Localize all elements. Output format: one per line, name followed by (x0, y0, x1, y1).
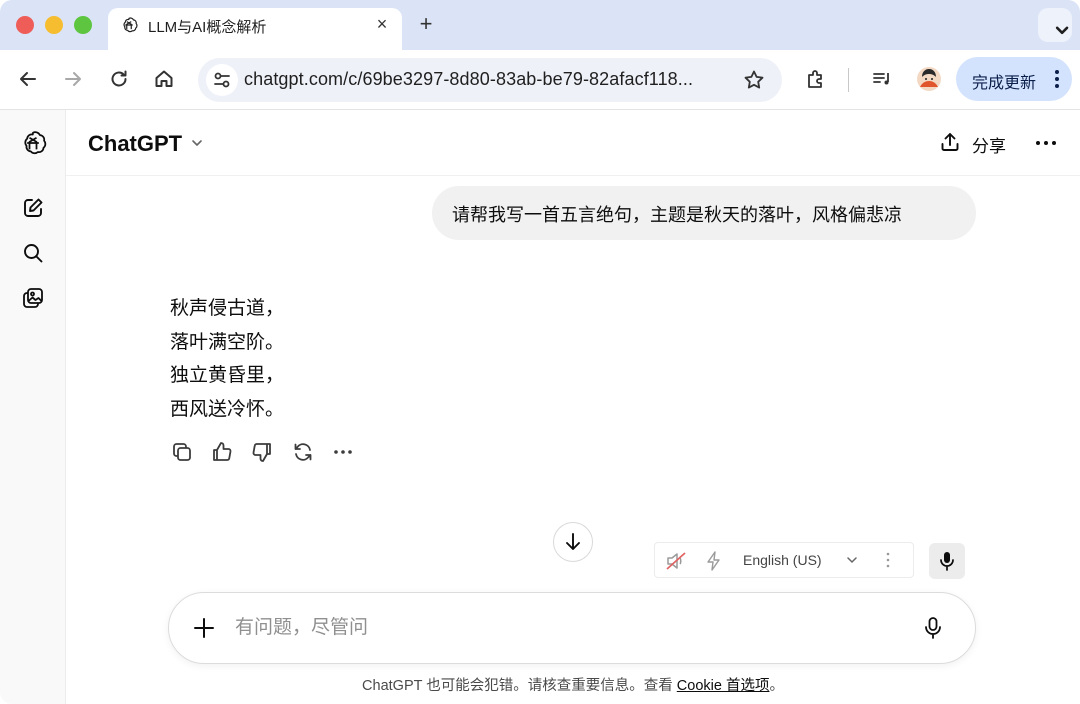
copy-icon[interactable] (170, 440, 194, 464)
more-icon[interactable] (331, 440, 355, 464)
site-info-button[interactable] (206, 64, 238, 96)
update-button[interactable]: 完成更新 (956, 57, 1072, 101)
share-icon (938, 130, 962, 154)
sidebar-rail (0, 110, 66, 704)
language-selector[interactable]: English (US) (743, 552, 822, 568)
thumbs-up-icon[interactable] (210, 440, 234, 464)
puzzle-icon (808, 70, 822, 88)
toolbar-divider (848, 68, 849, 92)
arrow-left-icon (20, 72, 36, 86)
reload-icon (111, 70, 127, 87)
kebab-menu-icon[interactable] (1054, 67, 1060, 91)
disclaimer: ChatGPT 也可能会犯错。请核查重要信息。查看 Cookie 首选项。 (66, 674, 1080, 695)
regenerate-icon[interactable] (291, 440, 315, 464)
disclaimer-text: ChatGPT 也可能会犯错。请核查重要信息。查看 (362, 678, 677, 694)
plus-icon[interactable] (191, 615, 217, 641)
message-composer (168, 592, 976, 664)
update-label: 完成更新 (972, 75, 1037, 92)
chat-header: ChatGPT 分享 (66, 110, 1080, 176)
back-button[interactable] (15, 66, 41, 92)
url-text[interactable]: chatgpt.com/c/69be3297-8d80-83ab-be79-82… (244, 69, 693, 90)
home-icon (155, 70, 173, 87)
share-label: 分享 (972, 137, 1006, 156)
poem-line: 落叶满空阶。 (170, 331, 285, 353)
tab-title: LLM与AI概念解析 (148, 19, 267, 36)
dictation-button[interactable] (929, 543, 965, 579)
tab-strip: LLM与AI概念解析 × + (0, 0, 1080, 50)
maximize-window-button[interactable] (74, 16, 92, 34)
address-bar[interactable]: chatgpt.com/c/69be3297-8d80-83ab-be79-82… (198, 58, 782, 102)
playlist-icon (873, 73, 889, 85)
user-message-text: 请帮我写一首五言绝句，主题是秋天的落叶，风格偏悲凉 (452, 205, 902, 225)
tab-search-button[interactable] (1038, 8, 1072, 42)
microphone-icon[interactable] (921, 615, 945, 641)
home-button[interactable] (151, 66, 177, 92)
prompt-input[interactable] (235, 613, 875, 643)
star-icon (744, 70, 764, 89)
arrow-down-icon (566, 533, 580, 550)
new-tab-button[interactable]: + (414, 12, 438, 36)
browser-toolbar: chatgpt.com/c/69be3297-8d80-83ab-be79-82… (0, 50, 1080, 110)
openai-logo-icon (120, 16, 138, 34)
new-chat-icon[interactable] (19, 194, 47, 222)
bookmark-button[interactable] (742, 68, 766, 92)
microphone-icon (940, 552, 954, 571)
thumbs-down-icon[interactable] (250, 440, 274, 464)
minimize-window-button[interactable] (45, 16, 63, 34)
browser-window: LLM与AI概念解析 × + chatgpt.com/c/69be3297-8d… (0, 0, 1080, 704)
arrow-right-icon (65, 72, 81, 86)
lightning-icon[interactable] (705, 551, 723, 571)
browser-tab-active[interactable]: LLM与AI概念解析 × (108, 8, 402, 50)
user-message: 请帮我写一首五言绝句，主题是秋天的落叶，风格偏悲凉 (432, 186, 976, 240)
close-window-button[interactable] (16, 16, 34, 34)
more-icon (1036, 141, 1056, 145)
openai-logo-icon[interactable] (19, 129, 47, 157)
tune-icon (214, 72, 230, 88)
model-selector[interactable]: ChatGPT (88, 131, 182, 157)
poem-line: 独立黄昏里， (170, 365, 285, 386)
profile-avatar[interactable] (916, 66, 942, 92)
poem-line: 西风送冷怀。 (170, 398, 285, 420)
poem-line: 秋声侵古道， (170, 298, 285, 319)
avatar-icon (917, 67, 941, 91)
chevron-down-icon (1055, 26, 1069, 35)
extensions-button[interactable] (803, 66, 829, 92)
kebab-menu-icon[interactable] (885, 551, 891, 569)
tab-close-icon[interactable]: × (372, 14, 392, 34)
speaker-muted-icon[interactable] (665, 551, 687, 571)
disclaimer-end: 。 (769, 678, 784, 694)
search-icon[interactable] (19, 239, 47, 267)
chevron-down-icon[interactable] (845, 553, 859, 567)
chevron-down-icon[interactable] (188, 134, 206, 152)
library-icon[interactable] (19, 284, 47, 312)
chat-main: ChatGPT 分享 请帮我写一首五言绝句，主题是秋天的落叶，风格偏悲凉 秋声侵… (66, 110, 1080, 704)
media-controls-button[interactable] (869, 66, 895, 92)
forward-button[interactable] (60, 66, 86, 92)
cookie-preferences-link[interactable]: Cookie 首选项 (677, 678, 770, 694)
more-options-button[interactable] (1032, 130, 1060, 156)
scroll-to-bottom-button[interactable] (553, 522, 593, 562)
voice-input-toolbar: English (US) (654, 542, 914, 578)
reload-button[interactable] (106, 66, 132, 92)
assistant-message: 秋声侵古道， 落叶满空阶。 独立黄昏里， 西风送冷怀。 (170, 292, 284, 426)
